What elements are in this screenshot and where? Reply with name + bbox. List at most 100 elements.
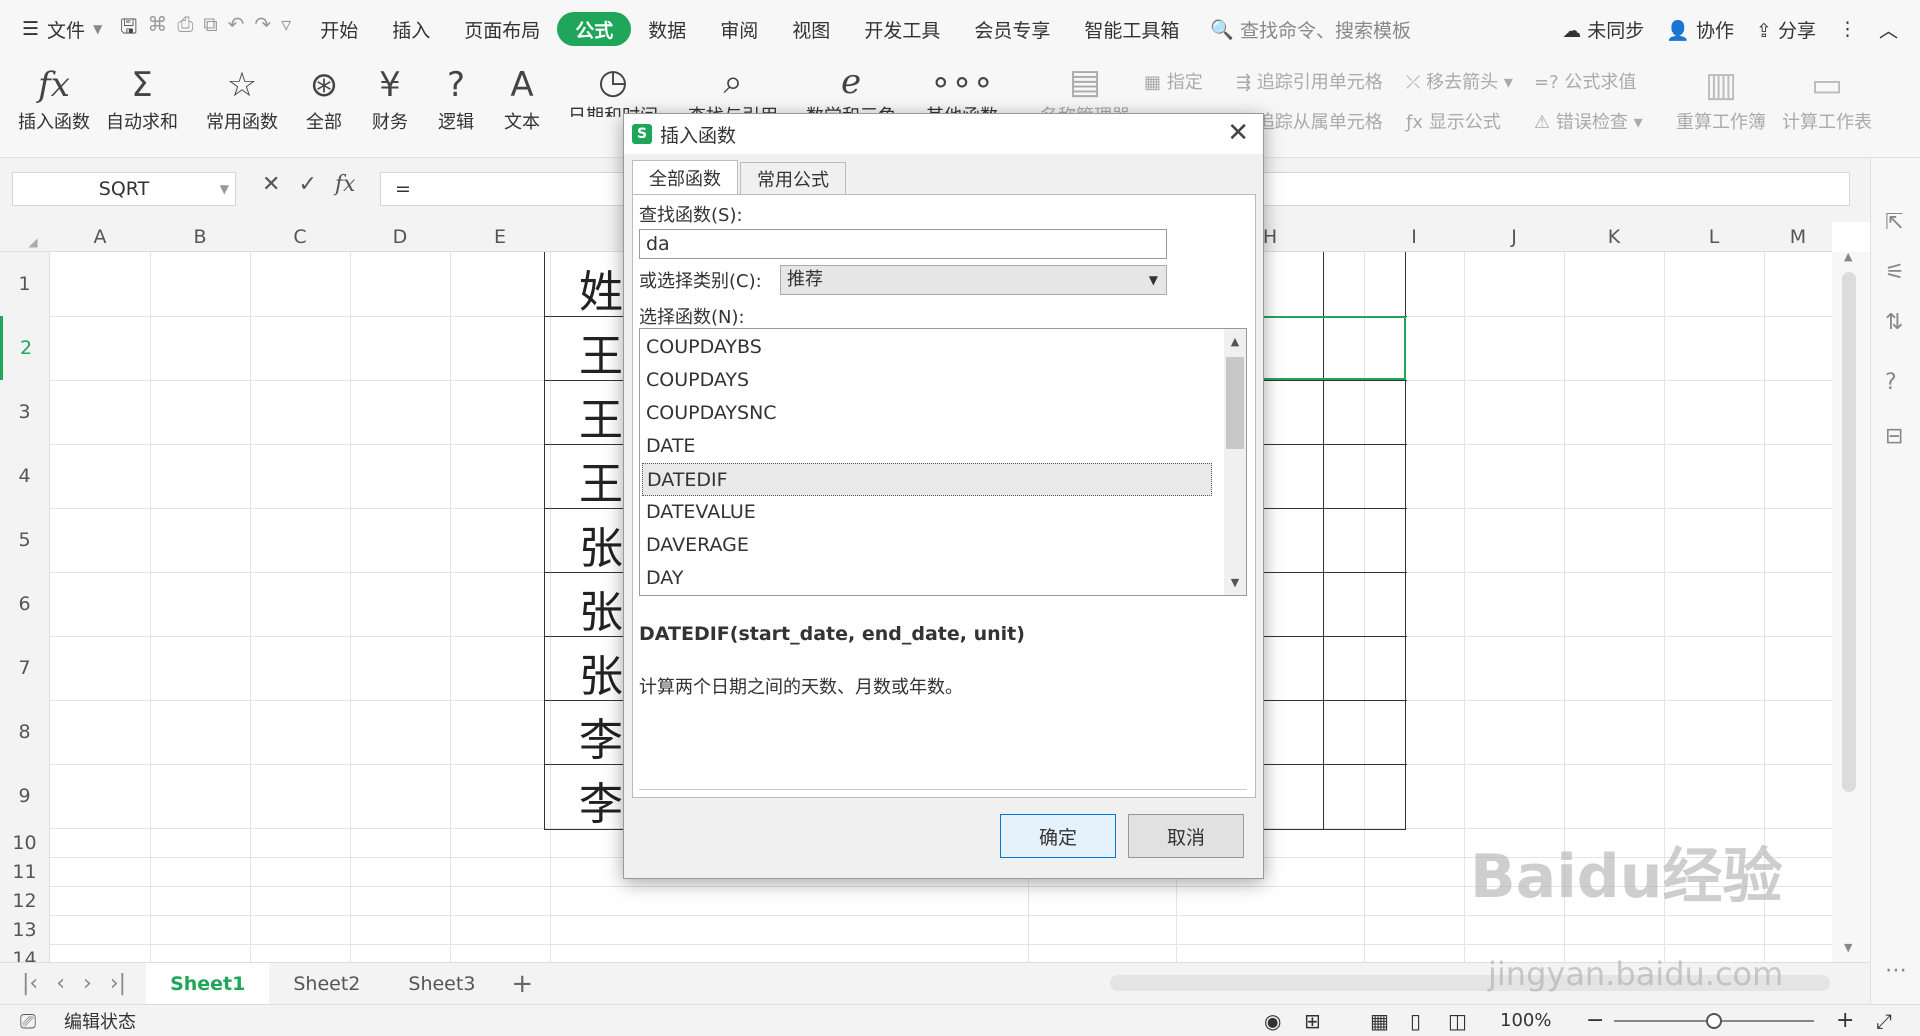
- row-header[interactable]: 3: [0, 380, 50, 444]
- all-functions-button[interactable]: ⊛全部: [306, 62, 342, 134]
- function-list[interactable]: COUPDAYBSCOUPDAYSCOUPDAYSNCDATEDATEDIFDA…: [639, 328, 1247, 596]
- row-header[interactable]: 11: [0, 857, 50, 886]
- name-manager-button[interactable]: ▤名称管理器: [1040, 62, 1130, 117]
- freeze-icon[interactable]: ⊞: [1304, 1009, 1321, 1033]
- function-list-item[interactable]: DATE: [642, 430, 1212, 463]
- redo-icon[interactable]: ↷: [254, 12, 271, 46]
- tab-common-formulas[interactable]: 常用公式: [740, 162, 846, 194]
- function-list-scrollbar[interactable]: ▲ ▼: [1224, 329, 1246, 595]
- table-cell[interactable]: 张: [579, 640, 623, 704]
- name-box[interactable]: SQRT ▼: [12, 172, 236, 206]
- function-list-item[interactable]: COUPDAYBS: [642, 331, 1212, 364]
- first-sheet-icon[interactable]: |‹: [22, 971, 38, 996]
- ok-button[interactable]: 确定: [1000, 814, 1116, 858]
- zoom-out-icon[interactable]: −: [1586, 1008, 1604, 1033]
- specify-button[interactable]: ▦ 指定: [1144, 68, 1203, 94]
- print-preview-icon[interactable]: ⧉: [203, 12, 217, 46]
- search-function-input[interactable]: da: [639, 229, 1167, 259]
- function-list-item[interactable]: DATEVALUE: [642, 496, 1212, 529]
- row-header[interactable]: 13: [0, 915, 50, 944]
- scroll-up-icon[interactable]: ▲: [1224, 335, 1246, 348]
- column-header[interactable]: A: [50, 222, 150, 252]
- row-header[interactable]: 5: [0, 508, 50, 572]
- prev-sheet-icon[interactable]: ‹: [56, 971, 65, 996]
- print-icon[interactable]: ⎙: [177, 12, 193, 46]
- add-sheet-icon[interactable]: +: [511, 969, 533, 999]
- normal-view-icon[interactable]: ▦: [1370, 1009, 1389, 1033]
- text-functions-button[interactable]: A文本: [504, 62, 540, 134]
- column-header[interactable]: M: [1764, 222, 1832, 252]
- collapse-ribbon-icon[interactable]: ︿: [1879, 16, 1898, 43]
- row-header[interactable]: 2: [0, 316, 50, 380]
- column-header[interactable]: L: [1664, 222, 1764, 252]
- eye-protection-icon[interactable]: ◉: [1264, 1009, 1281, 1033]
- autosum-button[interactable]: Σ自动求和: [106, 62, 178, 134]
- tab-menu-3[interactable]: 公式: [557, 12, 631, 46]
- save-icon[interactable]: 🖫: [120, 12, 137, 46]
- zoom-level[interactable]: 100%: [1500, 1010, 1551, 1031]
- tab-menu-0[interactable]: 开始: [303, 12, 375, 46]
- sheet-tab[interactable]: Sheet1: [146, 963, 269, 1005]
- common-functions-button[interactable]: ☆常用函数: [206, 62, 278, 134]
- table-cell[interactable]: 王: [579, 384, 623, 448]
- scroll-down-icon[interactable]: ▼: [1224, 576, 1246, 589]
- next-sheet-icon[interactable]: ›: [83, 971, 92, 996]
- format-painter-icon[interactable]: ⌘: [147, 12, 167, 46]
- page-break-view-icon[interactable]: ◫: [1448, 1009, 1467, 1033]
- file-menu[interactable]: ☰ 文件 ▼: [22, 16, 102, 43]
- row-header[interactable]: 12: [0, 886, 50, 915]
- show-formulas-button[interactable]: ƒx 显示公式: [1406, 108, 1501, 134]
- row-header[interactable]: 6: [0, 572, 50, 636]
- tab-menu-4[interactable]: 数据: [631, 12, 703, 46]
- tab-menu-6[interactable]: 视图: [775, 12, 847, 46]
- help-icon[interactable]: ?: [1885, 370, 1897, 395]
- tab-menu-1[interactable]: 插入: [375, 12, 447, 46]
- column-header[interactable]: E: [450, 222, 550, 252]
- row-header[interactable]: 8: [0, 700, 50, 764]
- function-list-item[interactable]: DAY: [642, 562, 1212, 595]
- table-cell[interactable]: 李: [579, 768, 623, 832]
- vertical-scrollbar[interactable]: ▲ ▼: [1832, 252, 1870, 962]
- trace-precedents-button[interactable]: ⇶ 追踪引用单元格: [1236, 68, 1383, 94]
- table-cell[interactable]: 李: [579, 704, 623, 768]
- confirm-formula-icon[interactable]: ✓: [298, 172, 316, 197]
- sheet-tab[interactable]: Sheet3: [384, 963, 499, 1005]
- insert-function-button[interactable]: fx插入函数: [18, 62, 90, 134]
- row-header[interactable]: 4: [0, 444, 50, 508]
- close-icon[interactable]: ✕: [1227, 118, 1249, 148]
- more-icon[interactable]: ⋮: [1838, 18, 1857, 40]
- evaluate-formula-button[interactable]: =? 公式求值: [1534, 68, 1636, 94]
- zoom-in-icon[interactable]: +: [1836, 1008, 1854, 1033]
- column-header[interactable]: C: [250, 222, 350, 252]
- archive-icon[interactable]: ⊟: [1885, 424, 1903, 449]
- sort-icon[interactable]: ⇅: [1885, 310, 1903, 335]
- other-functions-button[interactable]: ∘∘∘其他函数: [926, 62, 998, 117]
- dialog-title-bar[interactable]: S 插入函数 ✕: [624, 114, 1263, 154]
- recalc-workbook-button[interactable]: ▥重算工作簿: [1676, 62, 1766, 134]
- tab-menu-9[interactable]: 智能工具箱: [1067, 12, 1196, 46]
- share-button[interactable]: ⇪ 分享: [1756, 16, 1816, 43]
- function-list-scroll-thumb[interactable]: [1226, 357, 1244, 449]
- cancel-button[interactable]: 取消: [1128, 814, 1244, 858]
- function-list-item[interactable]: DAVERAGE: [642, 529, 1212, 562]
- finance-functions-button[interactable]: ¥财务: [372, 62, 408, 134]
- logic-functions-button[interactable]: ?逻辑: [438, 62, 474, 134]
- lookup-functions-button[interactable]: ⌕查找与引用: [688, 62, 778, 117]
- column-header[interactable]: K: [1564, 222, 1664, 252]
- column-header[interactable]: J: [1464, 222, 1564, 252]
- datetime-functions-button[interactable]: ◷日期和时间: [568, 62, 658, 117]
- scroll-down-icon[interactable]: ▼: [1844, 941, 1852, 954]
- table-cell[interactable]: 王: [579, 448, 623, 512]
- page-layout-view-icon[interactable]: ▯: [1410, 1009, 1421, 1033]
- category-select[interactable]: 推荐 ▼: [780, 265, 1167, 295]
- customize-dropdown-icon[interactable]: ▿: [281, 12, 291, 46]
- cursor-icon[interactable]: ⇱: [1885, 210, 1903, 235]
- chevron-down-icon[interactable]: ▼: [220, 182, 229, 196]
- column-header[interactable]: B: [150, 222, 250, 252]
- scroll-up-icon[interactable]: ▲: [1844, 250, 1852, 263]
- settings-sliders-icon[interactable]: ⚟: [1885, 260, 1905, 285]
- function-list-item[interactable]: COUPDAYS: [642, 364, 1212, 397]
- table-cell[interactable]: 王: [579, 320, 623, 384]
- zoom-slider-knob[interactable]: [1706, 1013, 1722, 1029]
- tab-menu-5[interactable]: 审阅: [703, 12, 775, 46]
